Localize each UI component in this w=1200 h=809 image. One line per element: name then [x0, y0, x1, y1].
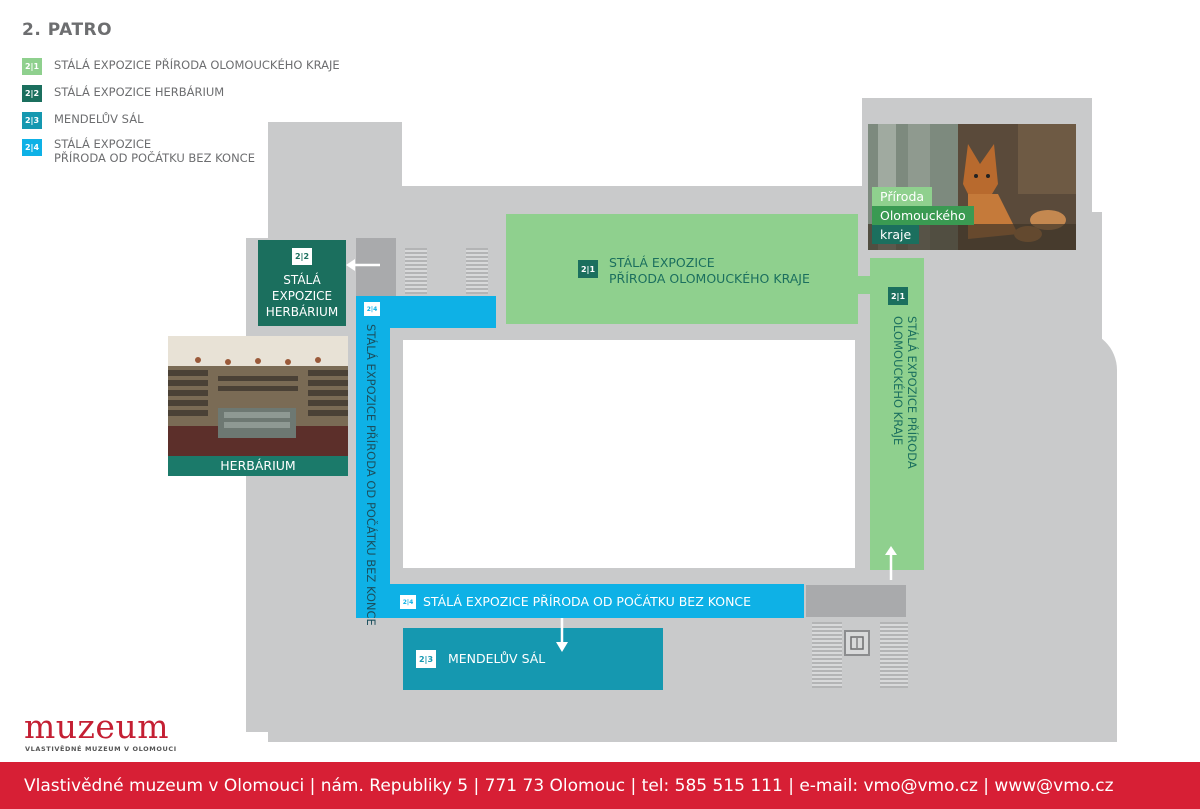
room-2-3-label: MENDELŮV SÁL [448, 651, 546, 666]
room-2-4-vertical-label: STÁLÁ EXPOZICE PŘÍRODA OD POČÁTKU BEZ KO… [364, 324, 378, 626]
arrow-up-icon [885, 546, 897, 580]
room-badge: 2|1 [578, 260, 598, 278]
room-2-4-horizontal-label: STÁLÁ EXPOZICE PŘÍRODA OD POČÁTKU BEZ KO… [423, 594, 752, 609]
room-label-line: STÁLÁ [283, 273, 321, 287]
footer-bar: Vlastivědné muzeum v Olomouci | nám. Rep… [0, 762, 1200, 809]
room-label-line: EXPOZICE [271, 289, 333, 303]
room-badge: 2|1 [888, 287, 908, 305]
legend-label: MENDELŮV SÁL [54, 112, 144, 126]
room-label-line: HERBÁRIUM [265, 305, 339, 319]
room-label-line: PŘÍRODA OLOMOUCKÉHO KRAJE [609, 271, 810, 286]
legend-badge: 2|2 [22, 85, 42, 102]
room-2-2-label: STÁLÁ EXPOZICE HERBÁRIUM [258, 272, 346, 320]
legend-badge: 2|4 [22, 139, 42, 156]
elevator-icon [844, 630, 870, 656]
fox-photo-caption-1: Příroda [872, 187, 933, 206]
legend-item-2-1: 2|1 STÁLÁ EXPOZICE PŘÍRODA OLOMOUCKÉHO K… [22, 58, 340, 75]
herbarium-photo-caption: HERBÁRIUM [168, 456, 348, 476]
stairs [405, 248, 427, 294]
footer-contact-text: Vlastivědné muzeum v Olomouci | nám. Rep… [24, 775, 1114, 796]
museum-logo-subtitle: VLASTIVĚDNÉ MUZEUM V OLOMOUCI [25, 745, 177, 753]
room-badge: 2|3 [416, 650, 436, 668]
fox-photo-caption-2: Olomouckého [872, 206, 974, 225]
legend-item-2-3: 2|3 MENDELŮV SÁL [22, 112, 143, 129]
room-2-1-connector [858, 276, 870, 294]
legend-label-line: STÁLÁ EXPOZICE [54, 137, 152, 151]
floor-title: 2. PATRO [22, 20, 113, 40]
room-badge: 2|2 [292, 248, 312, 265]
legend-label-line: PŘÍRODA OD POČÁTKU BEZ KONCE [54, 151, 255, 165]
legend-badge: 2|3 [22, 112, 42, 129]
courtyard [403, 340, 855, 568]
museum-logo: muzeum [24, 707, 170, 746]
legend-label: STÁLÁ EXPOZICE PŘÍRODA OD POČÁTKU BEZ KO… [54, 137, 255, 165]
legend-badge: 2|1 [22, 58, 42, 75]
room-label-line: STÁLÁ EXPOZICE [609, 255, 715, 270]
legend-item-2-2: 2|2 STÁLÁ EXPOZICE HERBÁRIUM [22, 85, 224, 102]
stairs [880, 622, 908, 688]
legend-label: STÁLÁ EXPOZICE HERBÁRIUM [54, 85, 225, 99]
arrow-down-icon [556, 618, 568, 652]
herbarium-photo: HERBÁRIUM [168, 336, 348, 476]
fox-photo-caption-3: kraje [872, 225, 920, 244]
stairs [466, 248, 488, 294]
legend-label: STÁLÁ EXPOZICE PŘÍRODA OLOMOUCKÉHO KRAJE [54, 58, 340, 72]
legend-item-2-4: 2|4 STÁLÁ EXPOZICE PŘÍRODA OD POČÁTKU BE… [22, 137, 255, 165]
fox-photo: Příroda Olomouckého kraje [868, 124, 1076, 250]
stairs [812, 622, 842, 688]
room-badge: 2|4 [364, 302, 380, 316]
arrow-left-icon [346, 259, 380, 271]
room-2-1-side-label: STÁLÁ EXPOZICE PŘÍRODA OLOMOUCKÉHO KRAJE [891, 316, 919, 469]
room-badge: 2|4 [400, 595, 416, 609]
corridor-landing [806, 585, 906, 617]
room-2-1-label: STÁLÁ EXPOZICE PŘÍRODA OLOMOUCKÉHO KRAJE [609, 255, 810, 287]
